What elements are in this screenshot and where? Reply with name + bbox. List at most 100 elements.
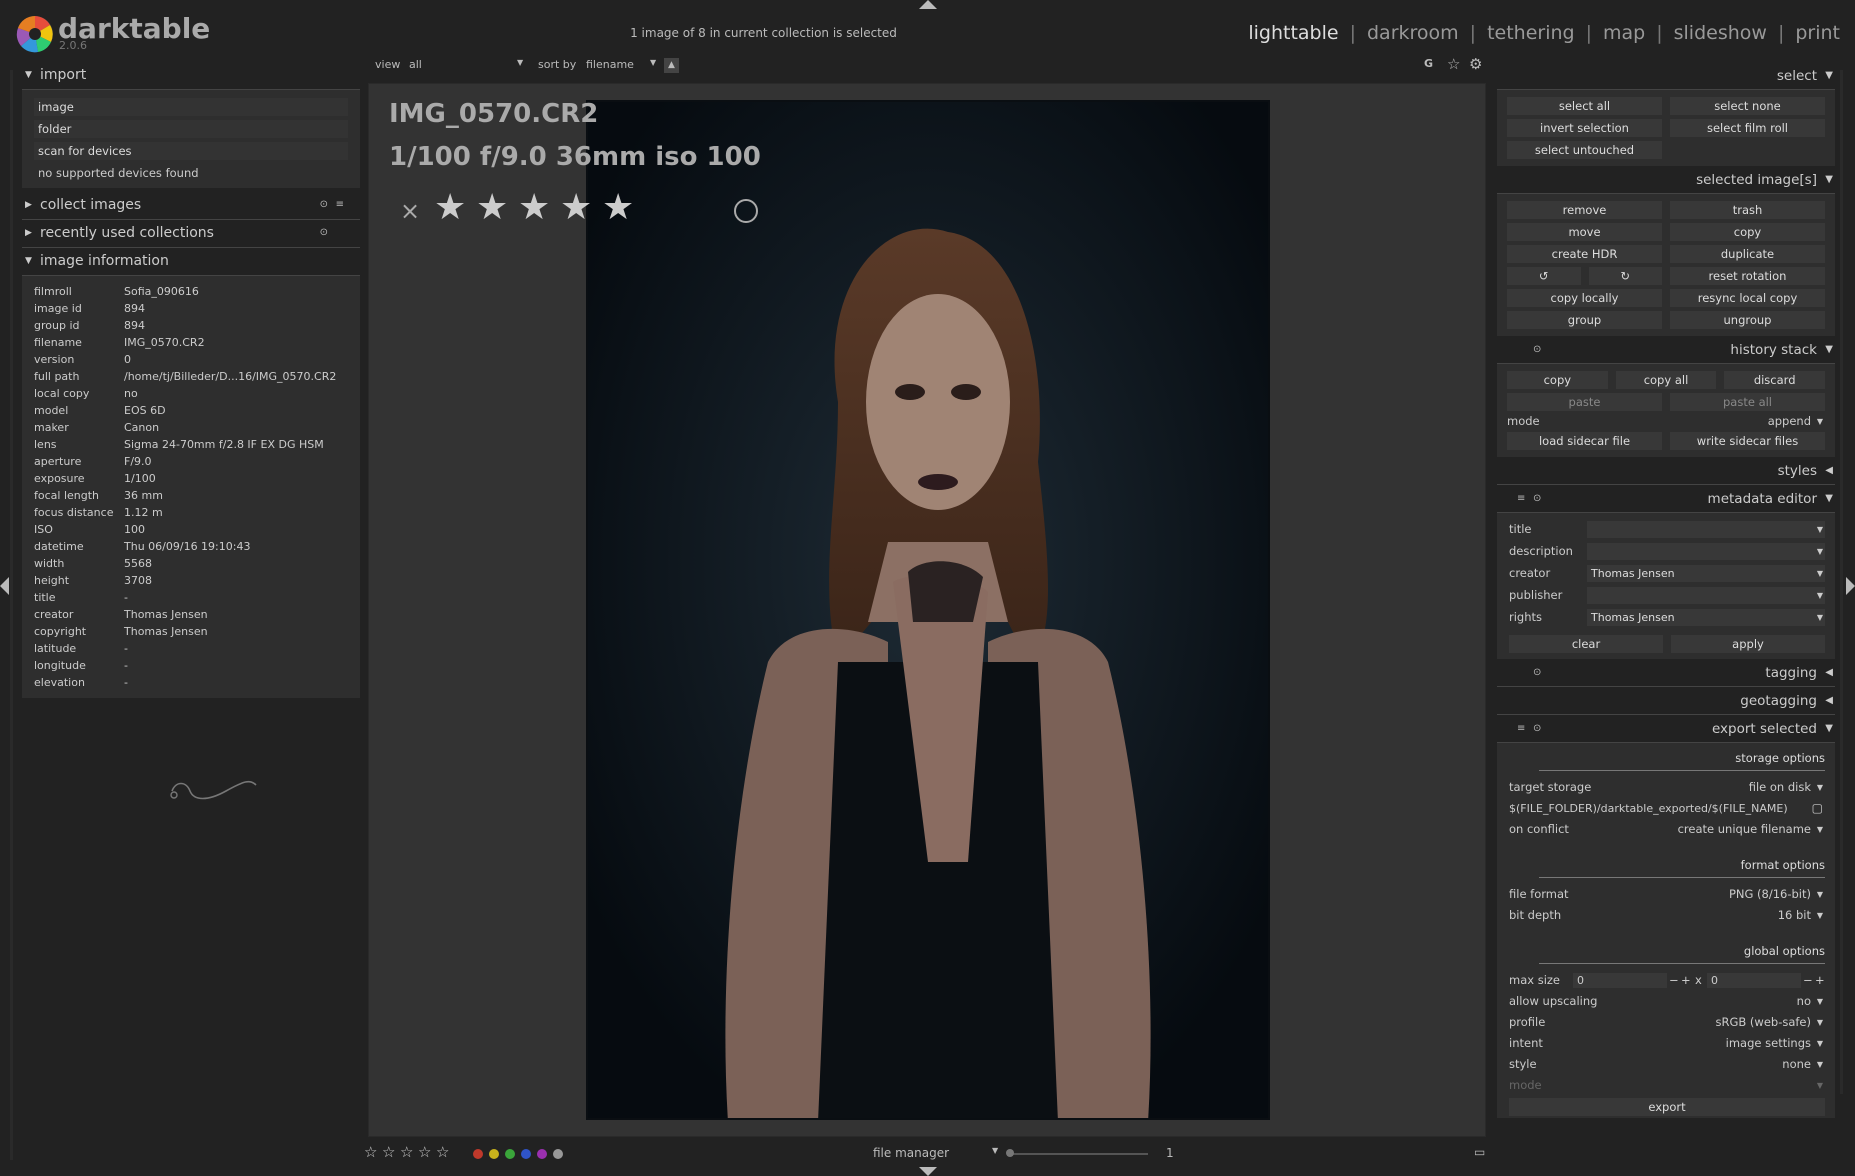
chevron-down-icon[interactable]: ▼ [1817,563,1823,584]
create-hdr-button[interactable]: create HDR [1507,245,1662,263]
chevron-down-icon[interactable]: ▼ [1817,585,1823,606]
layout-mode-dropdown[interactable]: file manager [873,1146,949,1160]
metadata-editor-header[interactable]: ≡ ⊙ metadata editor ▼ [1497,485,1835,513]
collapse-left-arrow-icon[interactable] [0,577,9,595]
recent-collections-header[interactable]: ▶ recently used collections ⊙ [22,220,360,248]
preset-icon[interactable]: ⊙ [1533,659,1541,687]
load-sidecar-button[interactable]: load sidecar file [1507,432,1662,450]
group-button[interactable]: group [1507,311,1662,329]
import-image-button[interactable]: image [34,98,348,116]
preset-icon[interactable]: ⊙ [320,220,328,246]
write-sidecar-button[interactable]: write sidecar files [1670,432,1825,450]
chevron-down-icon[interactable]: ▼ [1817,541,1823,562]
preset-icon[interactable]: ⊙ [1533,485,1541,513]
zoom-slider[interactable] [1008,1153,1148,1155]
preset-icon[interactable]: ⊙ [320,192,328,218]
export-selected-header[interactable]: ≡ ⊙ export selected ▼ [1497,715,1835,743]
target-storage-row[interactable]: target storage file on disk ▼ [1509,777,1825,798]
max-width-input[interactable]: 0 [1573,973,1667,988]
view-slideshow[interactable]: slideshow [1674,22,1767,44]
scan-devices-button[interactable]: scan for devices [34,142,348,160]
view-filter-dropdown[interactable]: all [409,58,422,71]
on-conflict-row[interactable]: on conflict create unique filename ▼ [1509,819,1825,840]
star-rating-3-icon[interactable]: ★ [518,190,550,226]
filter-star-1-icon[interactable]: ☆ [364,1143,377,1161]
filter-star-3-icon[interactable]: ☆ [400,1143,413,1161]
max-height-input[interactable]: 0 [1707,973,1801,988]
presets-menu-icon[interactable]: ≡ [336,192,344,218]
rotate-ccw-button[interactable]: ↺ [1507,267,1581,285]
invert-selection-button[interactable]: invert selection [1507,119,1662,137]
gear-icon[interactable]: ⚙ [1469,55,1482,73]
metadata-clear-button[interactable]: clear [1509,635,1663,653]
bit-depth-row[interactable]: bit depth 16 bit ▼ [1509,905,1825,926]
chevron-down-icon[interactable]: ▼ [1817,519,1823,540]
view-tethering[interactable]: tethering [1487,22,1575,44]
remove-button[interactable]: remove [1507,201,1662,219]
presets-menu-icon[interactable]: ≡ [1517,715,1525,743]
plus-icon[interactable]: + [1815,970,1825,991]
star-rating-1-icon[interactable]: ★ [434,190,466,226]
collapse-right-arrow-icon[interactable] [1846,577,1855,595]
profile-value[interactable]: sRGB (web-safe) [1715,1012,1811,1033]
color-label-blue[interactable] [521,1149,531,1159]
export-path-input[interactable]: $(FILE_FOLDER)/darktable_exported/$(FILE… [1509,802,1788,815]
geotagging-header[interactable]: geotagging ◀ [1497,687,1835,715]
tagging-header[interactable]: ⊙ tagging ◀ [1497,659,1835,687]
minus-icon[interactable]: − [1669,970,1679,991]
color-label-yellow[interactable] [489,1149,499,1159]
allow-upscaling-row[interactable]: allow upscaling no ▼ [1509,991,1825,1012]
import-header[interactable]: ▼ import [22,62,360,90]
view-map[interactable]: map [1603,22,1645,44]
duplicate-button[interactable]: duplicate [1670,245,1825,263]
export-button[interactable]: export [1509,1098,1825,1116]
ungroup-button[interactable]: ungroup [1670,311,1825,329]
reset-rotation-button[interactable]: reset rotation [1670,267,1825,285]
copy-locally-button[interactable]: copy locally [1507,289,1662,307]
history-paste-all-button[interactable]: paste all [1670,393,1825,411]
sort-dropdown[interactable]: filename [586,58,634,71]
chevron-down-icon[interactable]: ▼ [517,58,523,67]
filter-star-5-icon[interactable]: ☆ [436,1143,449,1161]
resync-local-copy-button[interactable]: resync local copy [1670,289,1825,307]
zoom-slider-handle[interactable] [1006,1149,1014,1157]
import-folder-button[interactable]: folder [34,120,348,138]
minus-icon[interactable]: − [1803,970,1813,991]
chevron-down-icon[interactable]: ▼ [650,58,656,67]
select-none-button[interactable]: select none [1670,97,1825,115]
presets-menu-icon[interactable]: ≡ [1517,485,1525,513]
star-overlay-icon[interactable]: ☆ [1447,55,1460,73]
right-scrollbar[interactable] [1840,70,1843,1094]
metadata-rights-field[interactable]: Thomas Jensen [1587,609,1825,626]
file-format-value[interactable]: PNG (8/16-bit) [1729,884,1811,905]
allow-upscaling-value[interactable]: no [1797,991,1811,1012]
style-row[interactable]: style none ▼ [1509,1054,1825,1075]
folder-icon[interactable]: ▢ [1812,798,1823,819]
metadata-publisher-field[interactable] [1587,587,1825,604]
reject-icon[interactable]: × [400,197,420,225]
styles-header[interactable]: styles ◀ [1497,457,1835,485]
history-copy-all-button[interactable]: copy all [1615,371,1717,389]
star-rating-5-icon[interactable]: ★ [602,190,634,226]
preset-icon[interactable]: ⊙ [1533,336,1541,364]
collect-images-header[interactable]: ▶ collect images ⊙ ≡ [22,192,360,220]
display-icon[interactable]: ▭ [1474,1145,1485,1159]
profile-row[interactable]: profile sRGB (web-safe) ▼ [1509,1012,1825,1033]
history-mode-row[interactable]: mode append ▼ [1507,411,1825,432]
selected-images-header[interactable]: selected image[s] ▼ [1497,166,1835,194]
plus-icon[interactable]: + [1681,970,1691,991]
color-label-green[interactable] [505,1149,515,1159]
style-value[interactable]: none [1782,1054,1811,1075]
view-darkroom[interactable]: darkroom [1367,22,1459,44]
intent-row[interactable]: intent image settings ▼ [1509,1033,1825,1054]
select-all-button[interactable]: select all [1507,97,1662,115]
image-preview[interactable] [586,100,1270,1120]
metadata-creator-field[interactable]: Thomas Jensen [1587,565,1825,582]
color-label-red[interactable] [473,1149,483,1159]
target-storage-value[interactable]: file on disk [1749,777,1811,798]
collapse-top-arrow-icon[interactable] [919,0,937,9]
color-label-gray[interactable] [553,1149,563,1159]
metadata-apply-button[interactable]: apply [1671,635,1825,653]
metadata-title-field[interactable] [1587,521,1825,538]
history-stack-header[interactable]: ⊙ history stack ▼ [1497,336,1835,364]
